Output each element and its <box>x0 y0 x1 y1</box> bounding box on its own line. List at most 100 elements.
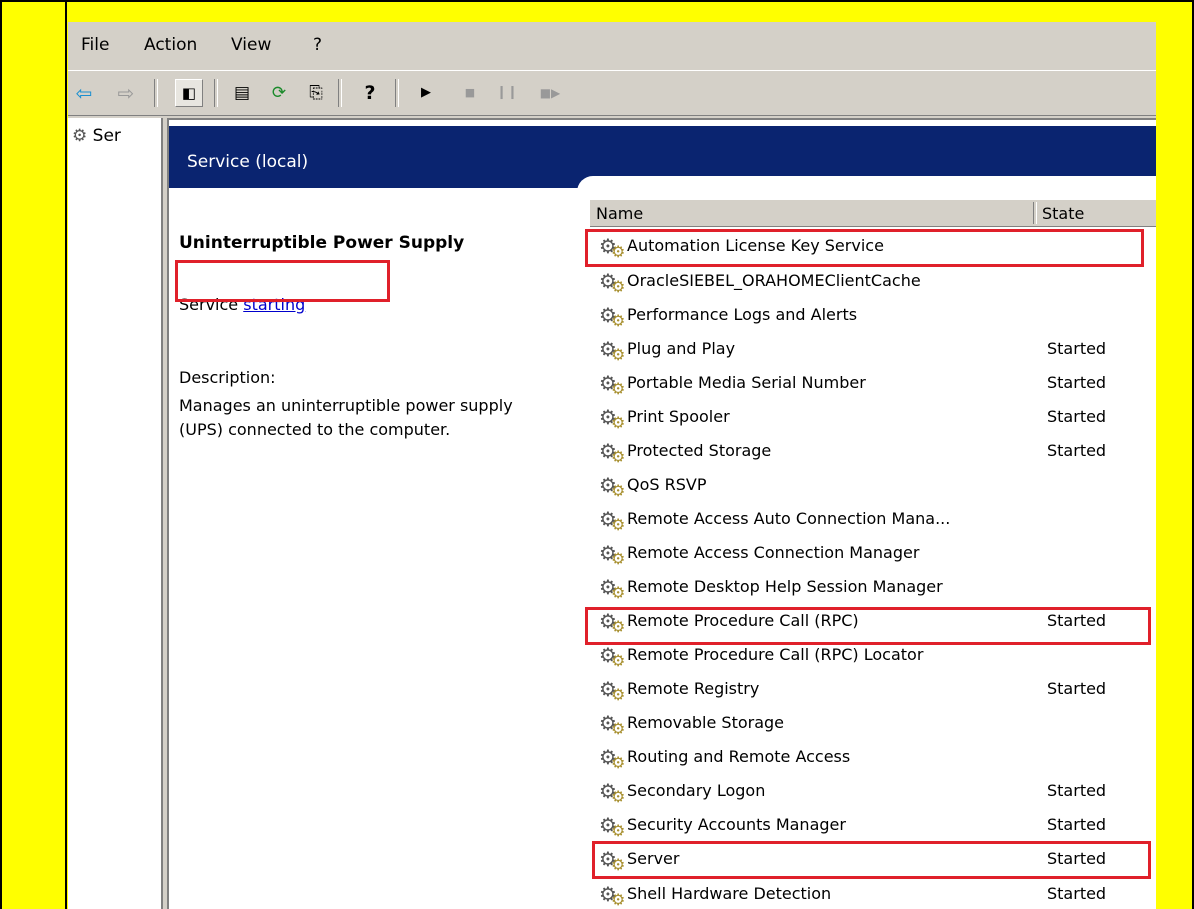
column-header-state[interactable]: State <box>1042 204 1084 223</box>
service-name: Shell Hardware Detection <box>627 884 832 903</box>
toolbar-separator <box>338 79 342 107</box>
console-tree: ⚙ Ser <box>68 118 163 909</box>
service-name: Performance Logs and Alerts <box>627 305 858 324</box>
table-row[interactable]: ⚙ ⚙ Print Spooler Started <box>593 403 1156 433</box>
table-row[interactable]: ⚙ ⚙ QoS RSVP <box>593 471 1156 501</box>
menu-bar: File Action View ? <box>68 22 1156 68</box>
toolbar-separator <box>214 79 218 107</box>
service-title: Uninterruptible Power Supply <box>179 233 465 253</box>
export-list-icon[interactable]: ⎘ <box>302 79 330 107</box>
service-name: Portable Media Serial Number <box>627 373 866 392</box>
toolbar-separator <box>154 79 158 107</box>
table-row[interactable]: ⚙ ⚙ Remote Access Auto Connection Mana... <box>593 505 1156 535</box>
header-tab-curve <box>577 176 1156 196</box>
show-hide-tree-icon[interactable]: ◧ <box>175 79 203 107</box>
menu-view[interactable]: View <box>231 35 271 55</box>
description-text: Manages an uninterruptible power supply … <box>179 394 579 442</box>
toolbar: ⇦ ⇨ ◧ ▤ ⟳ ⎘ ? ▶ ■ ❙❙ ■▶ <box>68 70 1156 116</box>
table-row[interactable]: ⚙ ⚙ Remote Registry Started <box>593 675 1156 705</box>
table-row[interactable]: ⚙ ⚙ OracleSIEBEL_ORAHOMEClientCache <box>593 267 1156 297</box>
description-label: Description: <box>179 368 276 387</box>
list-header: Name State <box>590 200 1156 227</box>
table-row[interactable]: ⚙ ⚙ Shell Hardware Detection Started <box>593 880 1156 909</box>
gear-icon: ⚙ ⚙ <box>599 575 626 602</box>
service-state: Started <box>1047 441 1107 460</box>
pause-service-icon[interactable]: ❙❙ <box>493 79 521 107</box>
table-row[interactable]: ⚙ ⚙ Protected Storage Started <box>593 437 1156 467</box>
help-icon[interactable]: ? <box>356 79 384 107</box>
column-header-name[interactable]: Name <box>596 204 643 223</box>
column-divider[interactable] <box>1033 202 1037 224</box>
forward-arrow-icon[interactable]: ⇨ <box>112 79 140 107</box>
service-name: Remote Registry <box>627 679 760 698</box>
service-name: Secondary Logon <box>627 781 766 800</box>
table-row[interactable]: ⚙ ⚙ Remote Desktop Help Session Manager <box>593 573 1156 603</box>
service-name: Security Accounts Manager <box>627 815 846 834</box>
gear-icon: ⚙ ⚙ <box>599 507 626 534</box>
service-name: Protected Storage <box>627 441 772 460</box>
tree-item-label: Ser <box>92 126 121 146</box>
table-row[interactable]: ⚙ ⚙ Plug and Play Started <box>593 335 1156 365</box>
service-name: Remote Procedure Call (RPC) Locator <box>627 645 924 664</box>
table-row[interactable]: ⚙ ⚙ Removable Storage <box>593 709 1156 739</box>
gear-icon: ⚙ ⚙ <box>599 711 626 738</box>
table-row[interactable]: ⚙ ⚙ Routing and Remote Access <box>593 743 1156 773</box>
frame-column-divider <box>65 0 67 909</box>
properties-icon[interactable]: ▤ <box>228 79 256 107</box>
back-arrow-icon[interactable]: ⇦ <box>70 79 98 107</box>
service-state: Started <box>1047 815 1107 834</box>
highlight-server <box>592 841 1151 879</box>
stop-service-icon[interactable]: ■ <box>456 79 484 107</box>
gear-icon: ⚙ ⚙ <box>599 882 626 909</box>
service-name: Print Spooler <box>627 407 730 426</box>
gear-icon: ⚙ ⚙ <box>599 745 626 772</box>
toolbar-separator <box>395 79 399 107</box>
table-row[interactable]: ⚙ ⚙ Secondary Logon Started <box>593 777 1156 807</box>
gear-icon: ⚙ ⚙ <box>599 303 626 330</box>
service-state: Started <box>1047 884 1107 903</box>
table-row[interactable]: ⚙ ⚙ Performance Logs and Alerts <box>593 301 1156 331</box>
menu-help[interactable]: ? <box>313 35 322 55</box>
gear-icon: ⚙ ⚙ <box>599 439 626 466</box>
service-state: Started <box>1047 339 1107 358</box>
highlight-automation-license <box>585 229 1144 267</box>
start-service-icon[interactable]: ▶ <box>412 79 440 107</box>
gear-icon: ⚙ ⚙ <box>599 643 626 670</box>
service-name: QoS RSVP <box>627 475 707 494</box>
table-row[interactable]: ⚙ ⚙ Security Accounts Manager Started <box>593 811 1156 841</box>
service-state: Started <box>1047 373 1107 392</box>
description-line: Manages an uninterruptible power supply <box>179 396 513 415</box>
gear-icon: ⚙ <box>72 126 88 146</box>
menu-file[interactable]: File <box>81 35 109 55</box>
service-state: Started <box>1047 407 1107 426</box>
frame-top-border <box>0 0 1194 2</box>
service-name: OracleSIEBEL_ORAHOMEClientCache <box>627 271 921 290</box>
table-row[interactable]: ⚙ ⚙ Remote Access Connection Manager <box>593 539 1156 569</box>
gear-icon: ⚙ ⚙ <box>599 677 626 704</box>
service-name: Remote Desktop Help Session Manager <box>627 577 943 596</box>
highlight-rpc <box>585 607 1151 645</box>
highlight-service-status <box>175 260 390 302</box>
gear-icon: ⚙ ⚙ <box>599 269 626 296</box>
menu-action[interactable]: Action <box>144 35 197 55</box>
gear-icon: ⚙ ⚙ <box>599 473 626 500</box>
table-row[interactable]: ⚙ ⚙ Portable Media Serial Number Started <box>593 369 1156 399</box>
header-title: Service (local) <box>187 152 309 172</box>
service-name: Remote Access Connection Manager <box>627 543 920 562</box>
service-name: Remote Access Auto Connection Mana... <box>627 509 951 528</box>
service-state: Started <box>1047 781 1107 800</box>
restart-service-icon[interactable]: ■▶ <box>536 79 564 107</box>
service-name: Routing and Remote Access <box>627 747 851 766</box>
service-name: Plug and Play <box>627 339 736 358</box>
refresh-icon[interactable]: ⟳ <box>265 79 293 107</box>
gear-icon: ⚙ ⚙ <box>599 337 626 364</box>
table-row[interactable]: ⚙ ⚙ Remote Procedure Call (RPC) Locator <box>593 641 1156 671</box>
gear-icon: ⚙ ⚙ <box>599 813 626 840</box>
gear-icon: ⚙ ⚙ <box>599 779 626 806</box>
service-state: Started <box>1047 679 1107 698</box>
service-name: Removable Storage <box>627 713 785 732</box>
gear-icon: ⚙ ⚙ <box>599 371 626 398</box>
mmc-window: File Action View ? ⇦ ⇨ ◧ ▤ ⟳ ⎘ ? ▶ ■ ❙❙ … <box>68 22 1156 909</box>
tree-item-services[interactable]: ⚙ Ser <box>72 126 121 146</box>
description-line: (UPS) connected to the computer. <box>179 420 451 439</box>
